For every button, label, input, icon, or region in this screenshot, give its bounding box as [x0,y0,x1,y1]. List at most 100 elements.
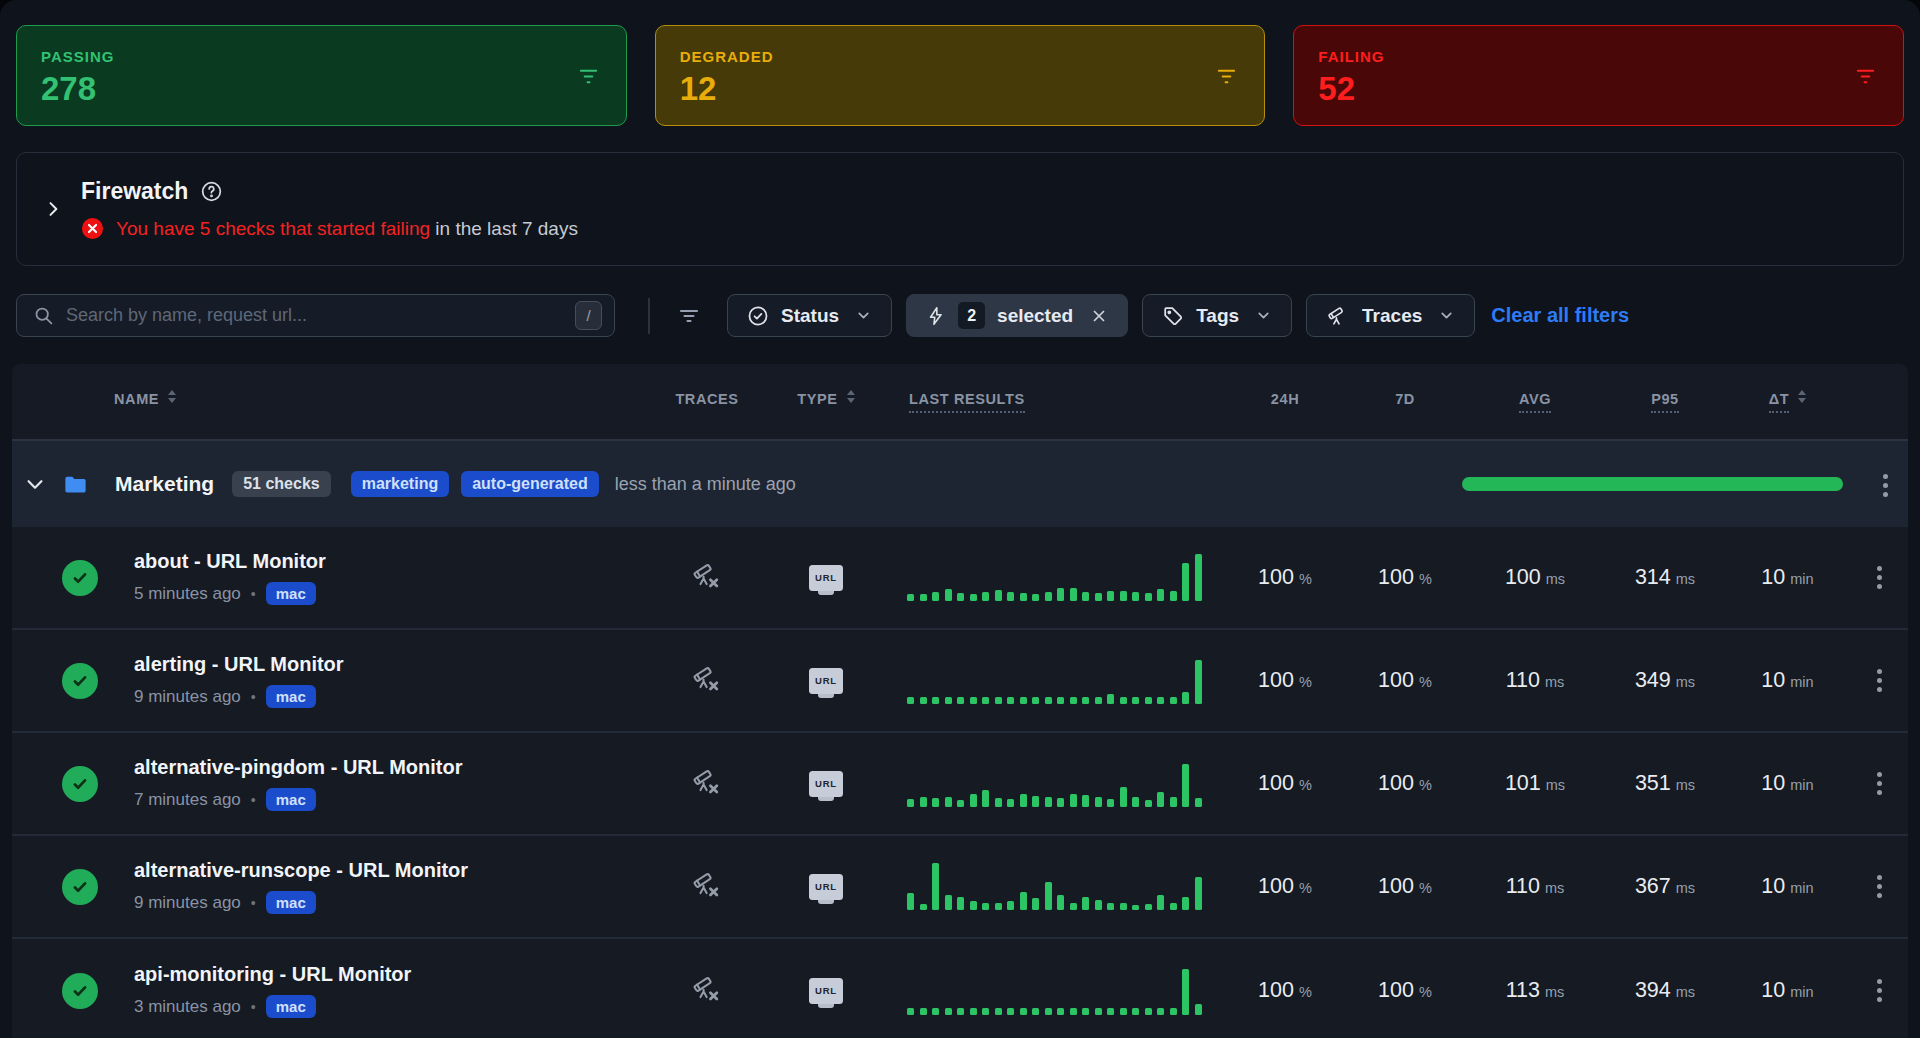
check-tag[interactable]: mac [266,995,316,1018]
result-bar[interactable] [1157,895,1164,910]
result-bar[interactable] [1107,903,1114,910]
check-menu-icon[interactable] [1877,875,1882,898]
check-tag[interactable]: mac [266,788,316,811]
status-filter[interactable]: Status [727,294,892,337]
result-bar[interactable] [1007,901,1014,910]
degraded-card[interactable]: DEGRADED 12 [655,25,1266,126]
check-tag[interactable]: mac [266,685,316,708]
result-bar[interactable] [957,697,964,704]
collapse-chevron-icon[interactable] [24,473,46,495]
result-bar[interactable] [970,901,977,910]
result-bar[interactable] [1032,594,1039,601]
result-bar[interactable] [1020,1008,1027,1015]
result-bar[interactable] [1170,903,1177,910]
result-bar[interactable] [1082,897,1089,910]
group-tag[interactable]: marketing [351,471,449,497]
result-bar[interactable] [1132,905,1139,910]
result-bar[interactable] [1070,794,1077,807]
result-bar[interactable] [1057,697,1064,704]
result-bar[interactable] [945,797,952,807]
result-bar[interactable] [1045,592,1052,601]
result-bar[interactable] [945,1008,952,1015]
result-bar[interactable] [1157,589,1164,601]
result-bar[interactable] [1120,697,1127,704]
filter-icon[interactable] [1854,65,1877,92]
result-bar[interactable] [1107,591,1114,601]
result-bar[interactable] [1145,1008,1152,1015]
result-bar[interactable] [1032,898,1039,910]
check-name[interactable]: api-monitoring - URL Monitor [134,963,657,986]
result-bar[interactable] [1182,692,1189,704]
result-bar[interactable] [920,904,927,910]
check-row[interactable]: about - URL Monitor 5 minutes ago • mac … [12,527,1908,630]
column-header-p95[interactable]: P95 [1605,391,1725,413]
result-bar[interactable] [995,903,1002,910]
result-bar[interactable] [1145,697,1152,704]
result-bar[interactable] [1132,697,1139,704]
result-bar[interactable] [1145,800,1152,807]
result-bar[interactable] [932,1008,939,1015]
result-bar[interactable] [1170,591,1177,601]
filter-icon[interactable] [577,65,600,92]
result-bar[interactable] [1107,799,1114,807]
traces-filter[interactable]: Traces [1306,294,1475,337]
result-bar[interactable] [932,863,939,910]
result-bar[interactable] [1195,1004,1202,1015]
result-bar[interactable] [982,903,989,910]
result-bar[interactable] [995,697,1002,704]
result-bar[interactable] [1057,588,1064,601]
check-name[interactable]: alternative-runscope - URL Monitor [134,859,657,882]
result-bar[interactable] [1095,900,1102,910]
result-bar[interactable] [1057,1008,1064,1015]
result-bar[interactable] [932,592,939,601]
result-bar[interactable] [907,799,914,807]
result-bar[interactable] [1082,697,1089,704]
result-bar[interactable] [907,594,914,601]
result-bar[interactable] [920,797,927,807]
result-bar[interactable] [932,697,939,704]
result-bar[interactable] [1132,592,1139,601]
help-icon[interactable] [200,180,223,203]
check-tag[interactable]: mac [266,582,316,605]
result-bar[interactable] [957,593,964,601]
result-bar[interactable] [1020,892,1027,910]
result-bar[interactable] [982,1008,989,1015]
check-name[interactable]: about - URL Monitor [134,550,657,573]
clear-type-filter-icon[interactable] [1090,307,1108,325]
result-bar[interactable] [1120,591,1127,601]
check-menu-icon[interactable] [1877,566,1882,589]
result-bar[interactable] [957,800,964,807]
result-bar[interactable] [1107,694,1114,704]
result-bar[interactable] [982,592,989,601]
result-bar[interactable] [1045,882,1052,910]
check-row[interactable]: alternative-runscope - URL Monitor 9 min… [12,836,1908,939]
result-bar[interactable] [1195,798,1202,807]
search-input[interactable] [66,305,575,326]
result-bar[interactable] [1070,697,1077,704]
check-menu-icon[interactable] [1877,979,1882,1002]
results-chart[interactable] [895,836,1225,937]
results-chart[interactable] [895,527,1225,628]
results-chart[interactable] [895,939,1225,1038]
result-bar[interactable] [995,1008,1002,1015]
result-bar[interactable] [1070,1008,1077,1015]
filter-icon[interactable] [1215,65,1238,92]
result-bar[interactable] [1045,797,1052,807]
result-bar[interactable] [982,790,989,807]
result-bar[interactable] [920,594,927,601]
result-bar[interactable] [1107,1008,1114,1015]
results-chart[interactable] [895,630,1225,731]
result-bar[interactable] [1007,1008,1014,1015]
result-bar[interactable] [1145,904,1152,910]
check-name[interactable]: alternative-pingdom - URL Monitor [134,756,657,779]
result-bar[interactable] [1170,1008,1177,1015]
result-bar[interactable] [907,697,914,704]
result-bar[interactable] [1045,1008,1052,1015]
results-chart[interactable] [895,733,1225,834]
result-bar[interactable] [907,893,914,910]
result-bar[interactable] [1095,697,1102,704]
check-row[interactable]: api-monitoring - URL Monitor 3 minutes a… [12,939,1908,1038]
group-tag[interactable]: auto-generated [461,471,599,497]
result-bar[interactable] [920,697,927,704]
result-bar[interactable] [1182,969,1189,1015]
